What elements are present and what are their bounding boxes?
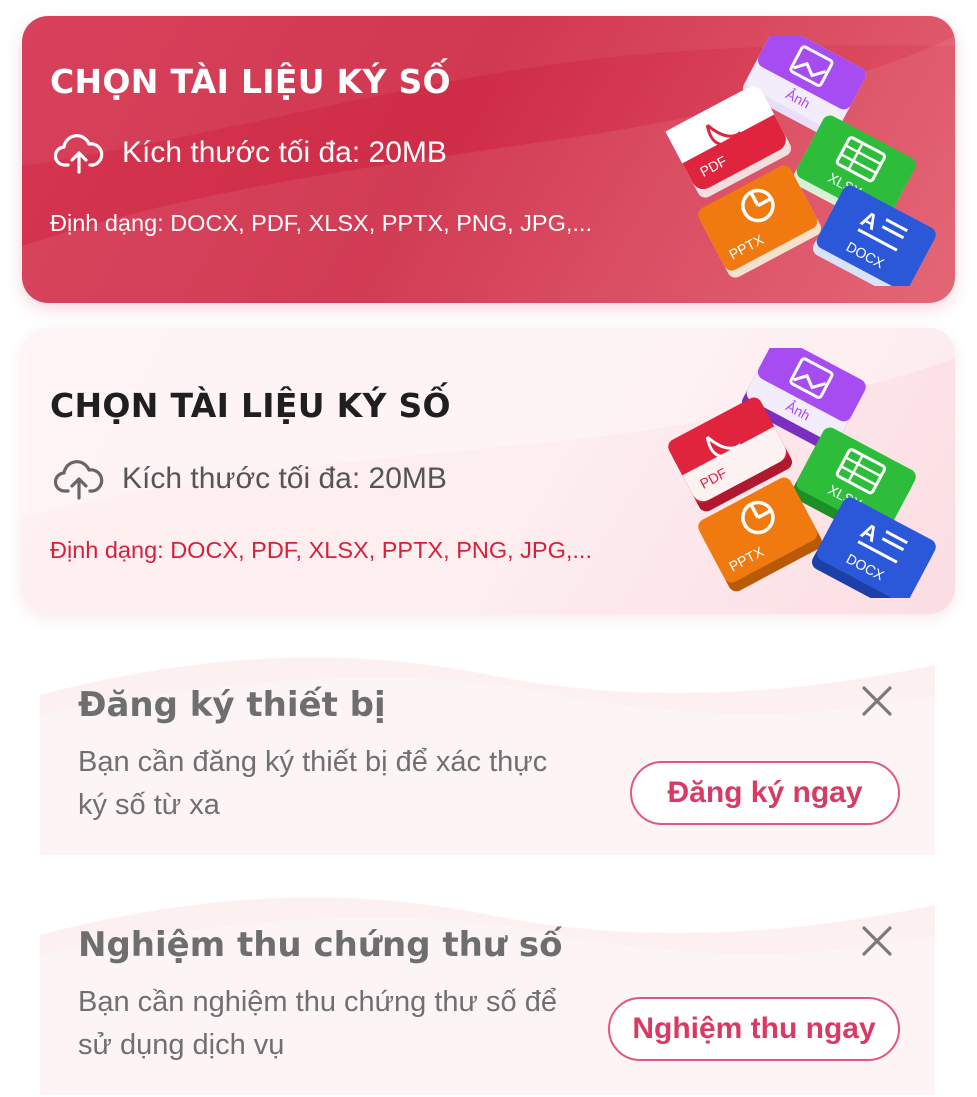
cloud-upload-icon	[54, 134, 104, 174]
format-text: Định dạng: DOCX, PDF, XLSX, PPTX, PNG, J…	[50, 210, 592, 236]
size-info: Kích thước tối đa: 20MB	[54, 132, 447, 174]
cloud-upload-icon	[54, 460, 104, 500]
notice-description: Bạn cần đăng ký thiết bị để xác thực ký …	[78, 746, 548, 821]
max-size-text: Kích thước tối đa: 20MB	[122, 462, 447, 495]
accept-now-button[interactable]: Nghiệm thu ngay	[608, 997, 900, 1061]
close-icon[interactable]	[859, 923, 895, 959]
certificate-acceptance-notice: Nghiệm thu chứng thư số Bạn cần nghiệm t…	[40, 895, 935, 1095]
card-title: CHỌN TÀI LIỆU KÝ SỐ	[50, 62, 451, 101]
notice-title: Đăng ký thiết bị	[78, 685, 386, 725]
file-types-illustration: Ảnh PDF XLSX PPTX A DOCX	[665, 36, 936, 286]
close-icon[interactable]	[859, 683, 895, 719]
format-text: Định dạng: DOCX, PDF, XLSX, PPTX, PNG, J…	[50, 537, 592, 563]
notice-description: Bạn cần nghiệm thu chứng thư số để sử dụ…	[78, 986, 557, 1061]
register-now-button[interactable]: Đăng ký ngay	[630, 761, 900, 825]
upload-card-secondary[interactable]: CHỌN TÀI LIỆU KÝ SỐ Kích thước tối đa: 2…	[22, 328, 955, 614]
device-registration-notice: Đăng ký thiết bị Bạn cần đăng ký thiết b…	[40, 655, 935, 855]
notice-title: Nghiệm thu chứng thư số	[78, 925, 563, 965]
file-types-illustration: Ảnh PDF XLSX PPTX A DOCX	[668, 348, 936, 598]
card-title: CHỌN TÀI LIỆU KÝ SỐ	[50, 386, 451, 425]
upload-card-primary[interactable]: CHỌN TÀI LIỆU KÝ SỐ Kích thước tối đa: 2…	[22, 16, 955, 303]
size-info: Kích thước tối đa: 20MB	[54, 458, 447, 500]
max-size-text: Kích thước tối đa: 20MB	[122, 136, 447, 169]
